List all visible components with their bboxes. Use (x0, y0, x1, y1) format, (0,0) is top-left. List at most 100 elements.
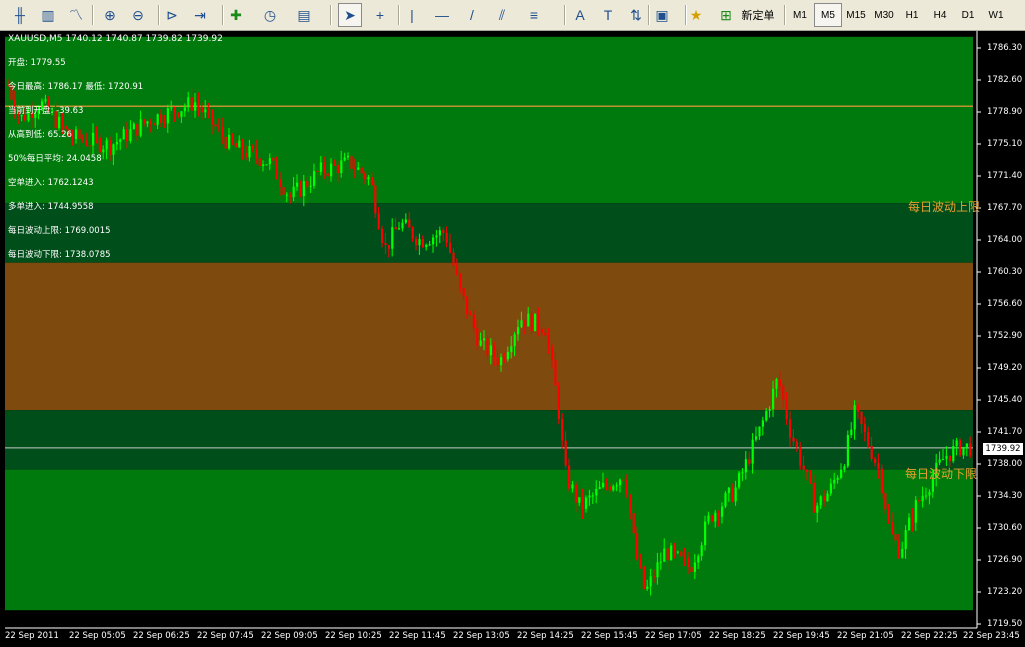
chart-window[interactable]: XAUUSD,M5 1740.12 1740.87 1739.82 1739.9… (0, 31, 1025, 647)
candle-body (887, 509, 890, 523)
timeframe-m30-button[interactable]: M30 (870, 3, 898, 27)
timeframe-m1-button[interactable]: M1 (786, 3, 814, 27)
chart-shift-icon: ⊳ (166, 6, 178, 23)
candle-body (867, 431, 870, 446)
candle-body (143, 119, 146, 124)
current-price-label: 1739.92 (983, 443, 1023, 455)
candle-body (537, 313, 540, 330)
crosshair-icon: + (375, 7, 385, 23)
timeframe-m15-button[interactable]: M15 (842, 3, 870, 27)
trendline-button[interactable]: / (460, 3, 484, 27)
autoscroll-button[interactable]: ⇥ (188, 3, 212, 27)
band-lower-label: 每日波动下限 (905, 467, 978, 481)
candle-body (683, 556, 686, 558)
arrows-button[interactable]: ⇅ (624, 3, 648, 27)
candle-body (751, 439, 754, 464)
fibonacci-button[interactable]: ≡ (522, 3, 546, 27)
candle-body (731, 487, 734, 502)
candle-body (377, 213, 380, 229)
x-tick-label: 22 Sep 2011 (5, 631, 59, 641)
candle-body (857, 405, 860, 412)
bar-chart-icon: ╫ (15, 7, 25, 23)
candle-body (795, 441, 798, 448)
candle-body (571, 484, 574, 489)
candle-body (245, 152, 248, 158)
favorites-button[interactable]: ★ (684, 3, 708, 27)
main-toolbar: ╫ ▥ 〽 ⊕ ⊖ ⊳ ⇥ ✚ ◷ ▤ ➤ + | — / ⫽ ≡ A T ⇅ ▣ ★ ⊞ 新定单 M1 M5 M15 M30 H1 H4… (0, 0, 1025, 31)
x-tick-label: 22 Sep 18:25 (709, 631, 766, 641)
candle-body (812, 482, 815, 513)
line-chart-button[interactable]: 〽 (64, 3, 88, 27)
candle-body (360, 167, 363, 174)
timeframe-d1-button[interactable]: D1 (954, 3, 982, 27)
candle-body (564, 440, 567, 466)
candle-body (639, 559, 642, 567)
candle-body (115, 141, 118, 145)
new-order-label[interactable]: 新定单 (740, 3, 776, 27)
candle-body (350, 155, 353, 169)
chart-shift-button[interactable]: ⊳ (160, 3, 184, 27)
candle-body (874, 458, 877, 464)
y-tick-label: 1786.30 (987, 43, 1023, 53)
symbol-info: XAUUSD,M5 1740.12 1740.87 1739.82 1739.9… (8, 34, 223, 44)
cursor-button[interactable]: ➤ (338, 3, 362, 27)
candle-body (387, 244, 390, 249)
new-order-button[interactable]: ⊞ (714, 3, 738, 27)
candle-body (251, 146, 254, 150)
candle-body (149, 121, 152, 125)
candle-body (258, 158, 261, 167)
candle-body (775, 379, 778, 389)
candle-body (527, 313, 530, 327)
horizontal-line-button[interactable]: — (430, 3, 454, 27)
candle-body (326, 173, 329, 177)
text-label-button[interactable]: T (596, 3, 620, 27)
templates-button[interactable]: ▤ (292, 3, 316, 27)
candle-body (860, 411, 863, 425)
autoscroll-icon: ⇥ (194, 6, 206, 23)
candle-body (551, 346, 554, 360)
candlestick-icon: ▥ (41, 6, 55, 23)
overlay-line: 开盘: 1779.55 (8, 58, 66, 68)
timeframe-h4-button[interactable]: H4 (926, 3, 954, 27)
candle-body (748, 459, 751, 464)
x-tick-label: 22 Sep 19:45 (773, 631, 830, 641)
new-order-icon: ⊞ (720, 6, 732, 23)
candle-body (901, 548, 904, 558)
y-tick-label: 1734.30 (987, 491, 1023, 501)
price-chart[interactable] (0, 31, 1025, 647)
candle-body (877, 463, 880, 469)
candle-body (194, 102, 197, 111)
overlay-line: 50%每日平均: 24.0458 (8, 154, 102, 164)
navigator-button[interactable]: ▣ (650, 3, 674, 27)
timeframe-h1-button[interactable]: H1 (898, 3, 926, 27)
crosshair-button[interactable]: + (368, 3, 392, 27)
candle-body (75, 129, 78, 140)
bar-chart-button[interactable]: ╫ (8, 3, 32, 27)
timeframe-m5-button[interactable]: M5 (814, 3, 842, 27)
text-button[interactable]: A (568, 3, 592, 27)
candle-body (568, 465, 571, 489)
indicators-button[interactable]: ✚ (224, 3, 248, 27)
candle-body (166, 108, 169, 124)
candle-body (455, 265, 458, 274)
vertical-line-button[interactable]: | (400, 3, 424, 27)
equidistant-channel-button[interactable]: ⫽ (490, 3, 514, 27)
zoom-in-button[interactable]: ⊕ (98, 3, 122, 27)
candlestick-button[interactable]: ▥ (36, 3, 60, 27)
candle-body (540, 329, 543, 333)
timeframe-w1-button[interactable]: W1 (982, 3, 1010, 27)
periods-button[interactable]: ◷ (258, 3, 282, 27)
candle-body (367, 177, 370, 180)
candle-body (347, 155, 350, 158)
candle-body (394, 227, 397, 230)
candle-body (272, 158, 275, 161)
candle-body (700, 545, 703, 557)
candle-body (221, 126, 224, 137)
candle-body (965, 443, 968, 448)
candle-body (918, 500, 921, 502)
templates-icon: ▤ (297, 6, 311, 23)
candle-body (343, 157, 346, 161)
zoom-out-button[interactable]: ⊖ (126, 3, 150, 27)
candle-body (530, 313, 533, 332)
candle-body (292, 186, 295, 198)
